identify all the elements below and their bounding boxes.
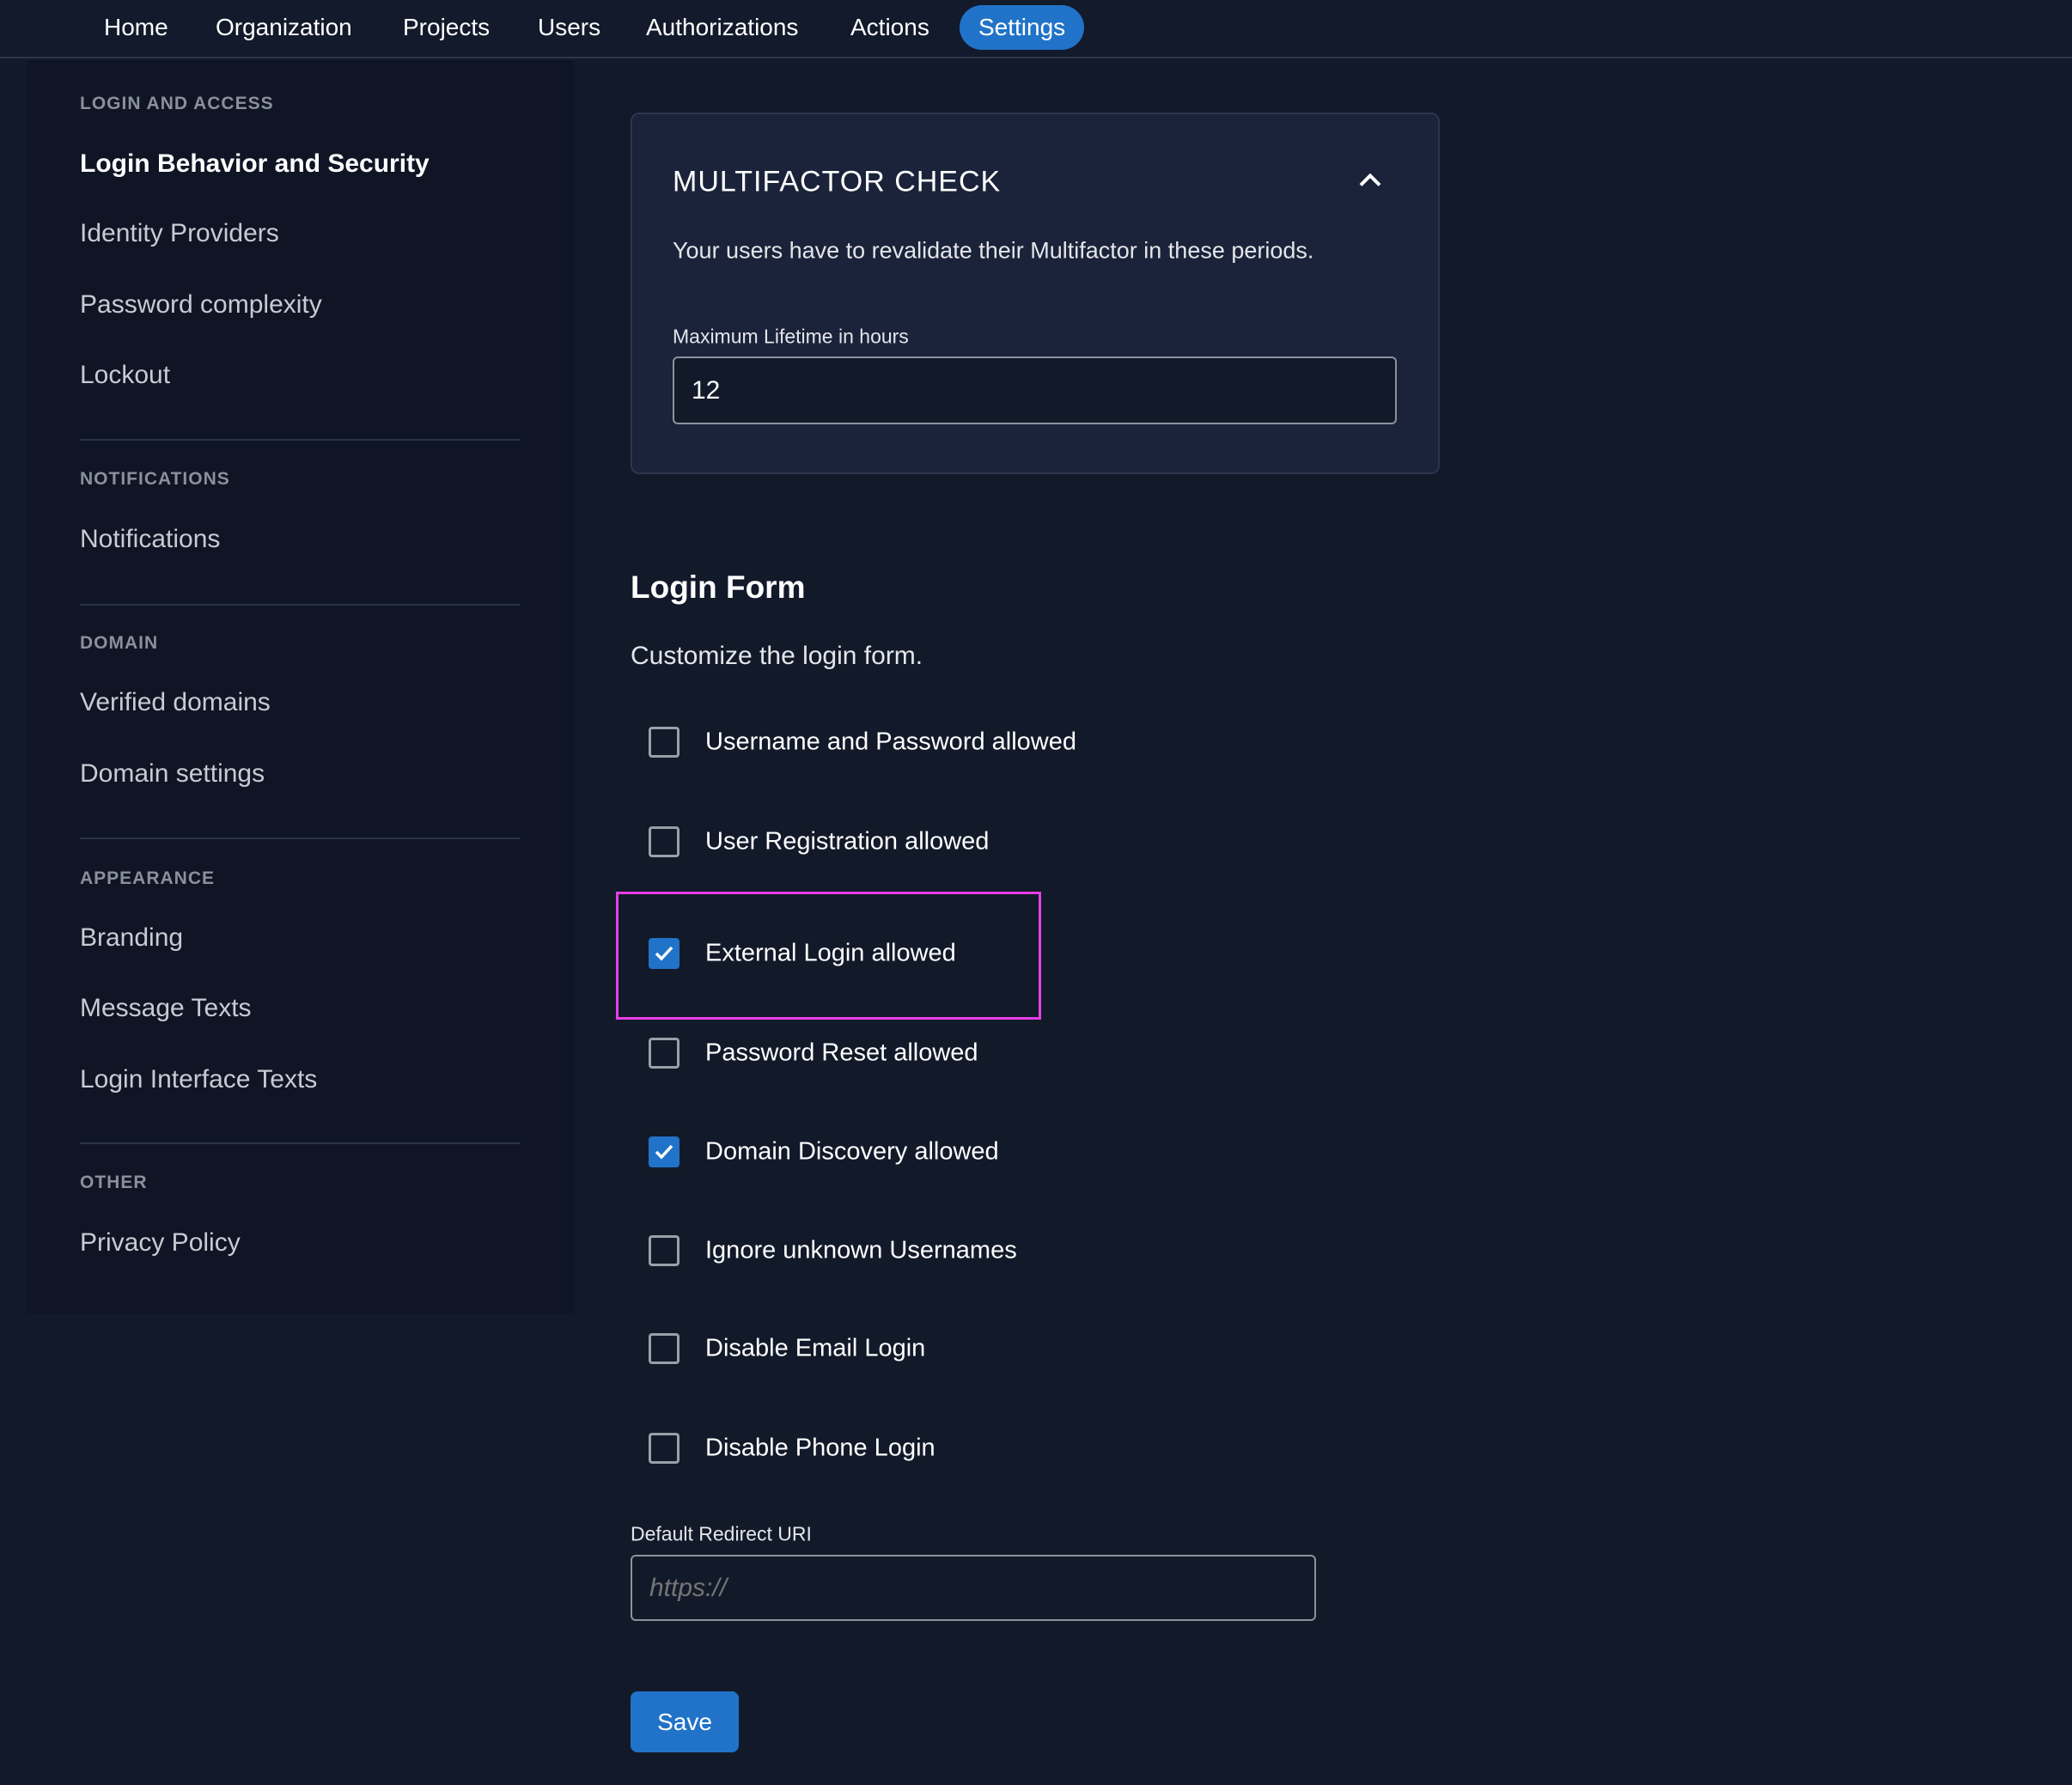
settings-sidebar: LOGIN AND ACCESS Login Behavior and Secu… [27, 60, 574, 1314]
sidebar-item-domain-settings[interactable]: Domain settings [80, 759, 265, 789]
max-lifetime-input[interactable]: 12 [673, 356, 1397, 424]
sidebar-item-lockout[interactable]: Lockout [80, 361, 170, 390]
divider [80, 838, 520, 839]
checkbox[interactable] [649, 938, 679, 969]
section-header-appearance: APPEARANCE [80, 868, 216, 888]
sidebar-item-branding[interactable]: Branding [80, 923, 183, 953]
redirect-label: Default Redirect URI [631, 1522, 812, 1545]
checkbox-label[interactable]: Domain Discovery allowed [705, 1138, 999, 1167]
section-header-notifications: NOTIFICATIONS [80, 469, 230, 489]
nav-authorizations[interactable]: Authorizations [646, 5, 798, 50]
sidebar-item-login-interface-texts[interactable]: Login Interface Texts [80, 1065, 317, 1094]
sidebar-item-verified-domains[interactable]: Verified domains [80, 688, 271, 717]
nav-users[interactable]: Users [538, 5, 600, 50]
checkbox[interactable] [649, 1433, 679, 1464]
checkbox-label[interactable]: Disable Phone Login [705, 1435, 935, 1463]
checkmark-icon [655, 1144, 673, 1160]
checkmark-icon [655, 946, 673, 961]
checkbox[interactable] [649, 1136, 679, 1167]
nav-actions[interactable]: Actions [850, 5, 929, 50]
sidebar-item-message-texts[interactable]: Message Texts [80, 994, 252, 1023]
sidebar-item-login-behavior[interactable]: Login Behavior and Security [80, 149, 430, 179]
nav-settings[interactable]: Settings [960, 5, 1085, 50]
chevron-up-icon[interactable] [1357, 172, 1383, 193]
checkbox-label[interactable]: External Login allowed [705, 940, 956, 968]
card-title: MULTIFACTOR CHECK [673, 165, 1002, 198]
checkbox-label[interactable]: User Registration allowed [705, 828, 989, 856]
checkbox[interactable] [649, 727, 679, 758]
nav-home[interactable]: Home [104, 5, 168, 50]
login-form-description: Customize the login form. [631, 642, 923, 670]
login-form-title: Login Form [631, 570, 806, 605]
checkbox-label[interactable]: Password Reset allowed [705, 1039, 978, 1068]
nav-projects[interactable]: Projects [403, 5, 490, 50]
section-header-domain: DOMAIN [80, 633, 159, 653]
divider [80, 604, 520, 606]
nav-organization[interactable]: Organization [216, 5, 352, 50]
divider [80, 1142, 520, 1144]
sidebar-item-password-complexity[interactable]: Password complexity [80, 290, 322, 320]
save-button[interactable]: Save [631, 1691, 739, 1752]
field-label: Maximum Lifetime in hours [673, 325, 909, 348]
checkbox-label[interactable]: Ignore unknown Usernames [705, 1237, 1017, 1265]
checkbox[interactable] [649, 1038, 679, 1069]
checkbox[interactable] [649, 1333, 679, 1364]
sidebar-item-notifications[interactable]: Notifications [80, 525, 220, 554]
top-navigation: Home Organization Projects Users Authori… [0, 0, 2072, 58]
sidebar-item-privacy-policy[interactable]: Privacy Policy [80, 1228, 241, 1258]
section-header-login-access: LOGIN AND ACCESS [80, 94, 274, 113]
checkbox[interactable] [649, 1235, 679, 1266]
card-description: Your users have to revalidate their Mult… [673, 237, 1314, 264]
checkbox[interactable] [649, 826, 679, 857]
sidebar-item-identity-providers[interactable]: Identity Providers [80, 219, 279, 248]
default-redirect-uri-input[interactable] [631, 1555, 1316, 1621]
section-header-other: OTHER [80, 1173, 148, 1192]
input-value: 12 [692, 375, 721, 405]
checkbox-label[interactable]: Username and Password allowed [705, 728, 1076, 757]
divider [80, 439, 520, 441]
checkbox-label[interactable]: Disable Email Login [705, 1335, 925, 1363]
